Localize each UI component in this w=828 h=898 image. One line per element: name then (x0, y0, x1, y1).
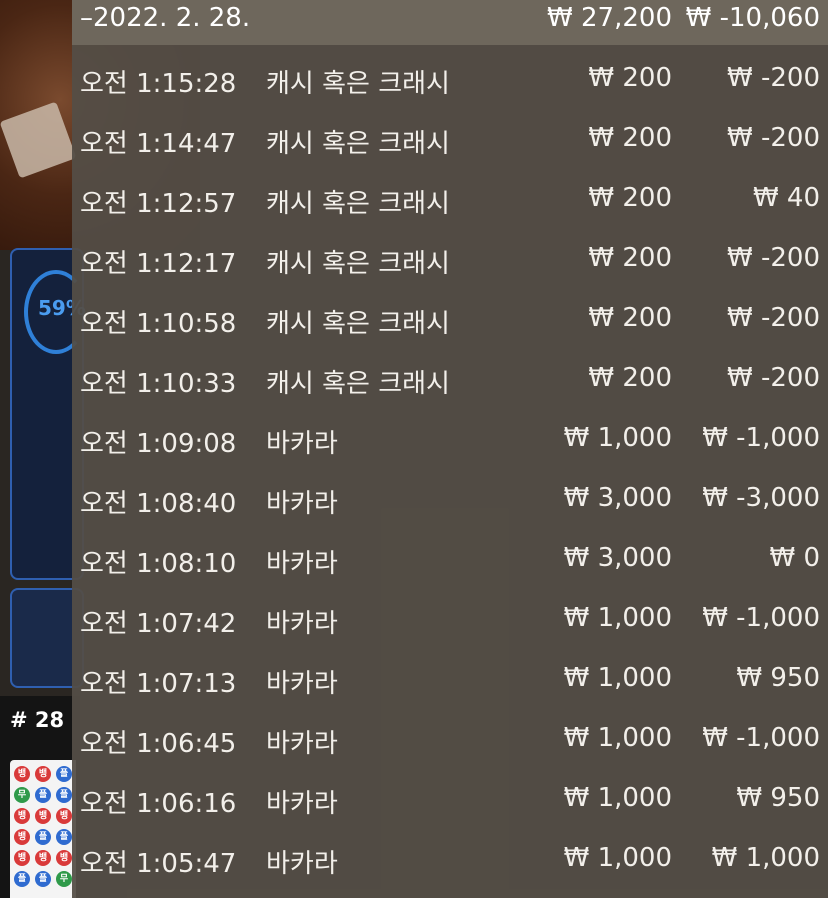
row-result: ₩ -200 (727, 243, 820, 273)
row-bet: ₩ 200 (588, 243, 672, 273)
bead-road-mark: 뱅 (35, 766, 51, 782)
bead-road-mark: 플 (35, 829, 51, 845)
row-bet: ₩ 1,000 (563, 423, 672, 453)
history-row[interactable]: 오전 1:06:45 바카라 ₩ 1,000 ₩ -1,000 (72, 711, 828, 771)
history-list: 오전 1:15:28 캐시 혹은 크래시 ₩ 200 ₩ -200 오전 1:1… (72, 51, 828, 891)
bet-history-panel: –2022. 2. 28. ₩ 27,200 ₩ -10,060 오전 1:15… (72, 0, 828, 898)
history-row[interactable]: 오전 1:08:10 바카라 ₩ 3,000 ₩ 0 (72, 531, 828, 591)
bead-road-mark: 뱅 (56, 850, 72, 866)
bead-road-mark: 플 (35, 787, 51, 803)
row-result: ₩ -200 (727, 303, 820, 333)
history-row[interactable]: 오전 1:05:47 바카라 ₩ 1,000 ₩ 1,000 (72, 831, 828, 891)
row-game: 캐시 혹은 크래시 (266, 309, 450, 339)
history-row[interactable]: 오전 1:10:58 캐시 혹은 크래시 ₩ 200 ₩ -200 (72, 291, 828, 351)
row-bet: ₩ 3,000 (563, 483, 672, 513)
row-game: 바카라 (266, 789, 338, 819)
history-row[interactable]: 오전 1:07:42 바카라 ₩ 1,000 ₩ -1,000 (72, 591, 828, 651)
bead-road-mark: 뱅 (14, 829, 30, 845)
row-result: ₩ 40 (752, 183, 820, 213)
history-row[interactable]: 오전 1:09:08 바카라 ₩ 1,000 ₩ -1,000 (72, 411, 828, 471)
row-time: 오전 1:07:13 (80, 669, 237, 699)
row-bet: ₩ 3,000 (563, 543, 672, 573)
row-result: ₩ -1,000 (702, 723, 820, 753)
row-time: 오전 1:12:17 (80, 249, 237, 279)
history-row[interactable]: 오전 1:14:47 캐시 혹은 크래시 ₩ 200 ₩ -200 (72, 111, 828, 171)
row-bet: ₩ 200 (588, 303, 672, 333)
bead-road-mark: 뱅 (14, 850, 30, 866)
row-game: 바카라 (266, 549, 338, 579)
history-row[interactable]: 오전 1:06:16 바카라 ₩ 1,000 ₩ 950 (72, 771, 828, 831)
bead-road-mark: 플 (56, 829, 72, 845)
bead-road-mark: 뱅 (14, 766, 30, 782)
bead-road-mark: 뱅 (35, 850, 51, 866)
row-result: ₩ 950 (736, 783, 820, 813)
row-time: 오전 1:08:40 (80, 489, 237, 519)
row-bet: ₩ 1,000 (563, 603, 672, 633)
history-row[interactable]: 오전 1:08:40 바카라 ₩ 3,000 ₩ -3,000 (72, 471, 828, 531)
row-bet: ₩ 1,000 (563, 663, 672, 693)
row-result: ₩ 950 (736, 663, 820, 693)
bead-road-mark: 플 (56, 787, 72, 803)
row-result: ₩ -200 (727, 123, 820, 153)
row-result: ₩ 0 (769, 543, 820, 573)
row-bet: ₩ 1,000 (563, 783, 672, 813)
row-bet: ₩ 200 (588, 363, 672, 393)
row-result: ₩ -1,000 (702, 423, 820, 453)
row-game: 바카라 (266, 669, 338, 699)
row-bet: ₩ 1,000 (563, 723, 672, 753)
row-time: 오전 1:06:45 (80, 729, 237, 759)
row-game: 바카라 (266, 429, 338, 459)
row-result: ₩ -200 (727, 363, 820, 393)
row-time: 오전 1:14:47 (80, 129, 237, 159)
history-row[interactable]: 오전 1:10:33 캐시 혹은 크래시 ₩ 200 ₩ -200 (72, 351, 828, 411)
row-game: 바카라 (266, 489, 338, 519)
row-time: 오전 1:09:08 (80, 429, 237, 459)
round-number: # 28 (10, 708, 65, 732)
bead-road-mark: 무 (14, 787, 30, 803)
row-game: 캐시 혹은 크래시 (266, 249, 450, 279)
row-time: 오전 1:15:28 (80, 69, 237, 99)
row-game: 캐시 혹은 크래시 (266, 129, 450, 159)
row-result: ₩ -1,000 (702, 603, 820, 633)
history-row[interactable]: 오전 1:15:28 캐시 혹은 크래시 ₩ 200 ₩ -200 (72, 51, 828, 111)
bead-road-mark: 뱅 (56, 808, 72, 824)
bead-road: 뱅뱅플무플플뱅뱅뱅뱅플플뱅뱅뱅플플무 (10, 760, 76, 898)
summary-total-bet: ₩ 27,200 (547, 3, 672, 33)
row-time: 오전 1:06:16 (80, 789, 237, 819)
history-summary-row: –2022. 2. 28. ₩ 27,200 ₩ -10,060 (72, 0, 828, 45)
row-bet: ₩ 200 (588, 183, 672, 213)
history-row[interactable]: 오전 1:07:13 바카라 ₩ 1,000 ₩ 950 (72, 651, 828, 711)
history-row[interactable]: 오전 1:12:17 캐시 혹은 크래시 ₩ 200 ₩ -200 (72, 231, 828, 291)
row-bet: ₩ 200 (588, 123, 672, 153)
row-time: 오전 1:10:33 (80, 369, 237, 399)
row-time: 오전 1:10:58 (80, 309, 237, 339)
bead-road-mark: 뱅 (35, 808, 51, 824)
row-time: 오전 1:12:57 (80, 189, 237, 219)
row-game: 바카라 (266, 849, 338, 879)
row-bet: ₩ 1,000 (563, 843, 672, 873)
row-game: 바카라 (266, 729, 338, 759)
history-row[interactable]: 오전 1:12:57 캐시 혹은 크래시 ₩ 200 ₩ 40 (72, 171, 828, 231)
row-time: 오전 1:08:10 (80, 549, 237, 579)
row-time: 오전 1:07:42 (80, 609, 237, 639)
row-time: 오전 1:05:47 (80, 849, 237, 879)
summary-total-result: ₩ -10,060 (685, 3, 820, 33)
row-game: 캐시 혹은 크래시 (266, 69, 450, 99)
bead-road-mark: 뱅 (14, 808, 30, 824)
bead-road-mark: 플 (35, 871, 51, 887)
bead-road-mark: 플 (56, 766, 72, 782)
row-game: 캐시 혹은 크래시 (266, 369, 450, 399)
bead-road-mark: 무 (56, 871, 72, 887)
bead-road-mark: 플 (14, 871, 30, 887)
summary-date: –2022. 2. 28. (80, 3, 251, 33)
row-game: 캐시 혹은 크래시 (266, 189, 450, 219)
row-bet: ₩ 200 (588, 63, 672, 93)
row-result: ₩ 1,000 (711, 843, 820, 873)
row-result: ₩ -200 (727, 63, 820, 93)
row-game: 바카라 (266, 609, 338, 639)
row-result: ₩ -3,000 (702, 483, 820, 513)
